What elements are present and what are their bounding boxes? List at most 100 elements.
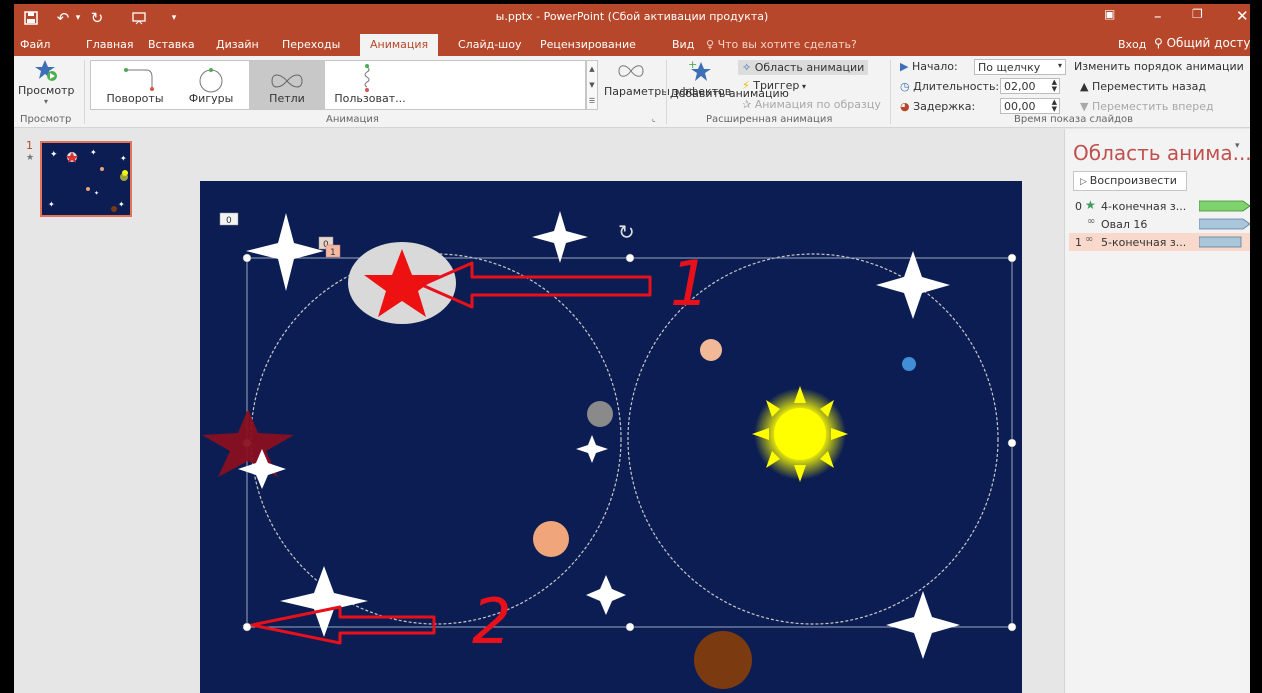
annotation-arrow-1 bbox=[420, 261, 652, 309]
tab-animations[interactable]: Анимация bbox=[360, 34, 439, 56]
play-button[interactable]: ▷ Воспроизвести bbox=[1073, 171, 1187, 191]
effect-options-icon bbox=[618, 65, 644, 77]
loops-path-icon bbox=[271, 74, 303, 88]
planet-brown[interactable] bbox=[694, 631, 752, 689]
restore-icon[interactable]: ❐ bbox=[1192, 7, 1203, 21]
delay-input[interactable]: 00,00 ▲ ▼ bbox=[1000, 98, 1060, 114]
delay-spinner-icon[interactable]: ▲ ▼ bbox=[1052, 99, 1057, 113]
group-separator bbox=[84, 60, 85, 124]
slide-thumbnail-pane: 1 ★ ✦ ✦ ✦ ✦ ✦ ✦ bbox=[14, 129, 164, 693]
share-button[interactable]: ⚲ Общий доступ bbox=[1154, 36, 1250, 50]
delay-label-text: Задержка: bbox=[913, 100, 976, 113]
thumbnail-animation-star-icon: ★ bbox=[26, 153, 35, 163]
timeline-bar[interactable] bbox=[1199, 218, 1250, 230]
start-label-text: Начало: bbox=[911, 60, 958, 73]
preview-star-icon bbox=[18, 58, 74, 84]
animation-item-selected[interactable]: 1 ∞ 5-конечная з... bbox=[1069, 233, 1250, 251]
reorder-title: Изменить порядок анимации bbox=[1074, 60, 1244, 73]
animation-item-name: Овал 16 bbox=[1101, 218, 1148, 231]
gallery-item-custom[interactable]: Пользоват... bbox=[325, 61, 415, 109]
start-select[interactable]: По щелчку ▾ bbox=[974, 59, 1066, 75]
timeline-bar[interactable] bbox=[1199, 236, 1250, 248]
delay-value: 00,00 bbox=[1004, 100, 1036, 113]
move-earlier-button[interactable]: ▲ Переместить назад bbox=[1080, 80, 1206, 93]
annotation-number-2: 2 bbox=[472, 585, 511, 658]
group-separator bbox=[890, 60, 891, 124]
group-label-advanced: Расширенная анимация bbox=[706, 114, 833, 125]
animation-pane-title: Область анима... bbox=[1073, 141, 1250, 165]
loop-effect-icon: ∞ bbox=[1085, 234, 1094, 245]
selection-handles[interactable] bbox=[242, 253, 1017, 632]
planet-blue[interactable] bbox=[902, 357, 916, 371]
tab-view[interactable]: Вид bbox=[672, 38, 694, 51]
animation-pane: Область анима... ▾ ▷ Воспроизвести 0 ★ 4… bbox=[1064, 129, 1250, 693]
animation-item[interactable]: ∞ Овал 16 bbox=[1069, 215, 1250, 233]
planet-grey[interactable] bbox=[587, 401, 613, 427]
duration-input[interactable]: 02,00 ▲ ▼ bbox=[1000, 78, 1060, 94]
dialog-launcher-icon[interactable]: ⌞ bbox=[652, 114, 656, 123]
group-label-preview: Просмотр bbox=[20, 114, 72, 125]
tab-design[interactable]: Дизайн bbox=[216, 38, 259, 51]
group-separator bbox=[666, 60, 667, 124]
move-later-label: Переместить вперед bbox=[1091, 100, 1214, 113]
tab-home[interactable]: Главная bbox=[86, 38, 134, 51]
start-dropdown-icon: ▾ bbox=[1057, 61, 1062, 70]
minimize-icon[interactable]: – bbox=[1154, 7, 1162, 25]
thumbnail-preview: ✦ ✦ ✦ ✦ ✦ ✦ bbox=[48, 148, 128, 212]
delay-label: ◕ Задержка: bbox=[900, 100, 975, 113]
duration-value: 02,00 bbox=[1004, 80, 1036, 93]
trigger-button[interactable]: ⚡ Триггер ▾ bbox=[742, 79, 806, 92]
animation-painter-button[interactable]: ✰ Анимация по образцу bbox=[742, 98, 881, 111]
tab-insert[interactable]: Вставка bbox=[148, 38, 195, 51]
planet-peach-small[interactable] bbox=[700, 339, 722, 361]
timeline-bar[interactable] bbox=[1199, 200, 1250, 212]
tab-slideshow[interactable]: Слайд-шоу bbox=[458, 38, 521, 51]
clock-icon: ◷ bbox=[900, 80, 914, 93]
annotation-arrow-2 bbox=[250, 605, 436, 645]
gallery-scroll: ▲ ▼ ☰ bbox=[586, 60, 598, 110]
add-animation-button[interactable]: + Добавить анимацию bbox=[670, 58, 789, 100]
slide-number: 1 bbox=[26, 139, 33, 152]
gallery-scroll-up-icon[interactable]: ▲ bbox=[587, 61, 597, 77]
animation-painter-icon: ✰ bbox=[742, 98, 755, 111]
preview-dropdown-icon: ▾ bbox=[43, 97, 48, 106]
gallery-item-loops[interactable]: Петли bbox=[249, 61, 325, 109]
start-label: ▶ Начало: bbox=[900, 60, 958, 73]
custom-path-icon bbox=[364, 64, 370, 92]
svg-text:+: + bbox=[688, 58, 697, 71]
gallery-item-shapes[interactable]: Фигуры bbox=[173, 61, 249, 109]
sign-in-link[interactable]: Вход bbox=[1118, 38, 1146, 51]
gallery-label-shapes: Фигуры bbox=[188, 92, 234, 105]
slide-thumbnail[interactable]: ✦ ✦ ✦ ✦ ✦ ✦ bbox=[40, 141, 132, 217]
person-icon: ⚲ bbox=[1154, 36, 1167, 50]
planet-orange[interactable] bbox=[533, 521, 569, 557]
move-later-button[interactable]: ▼ Переместить вперед bbox=[1080, 100, 1214, 113]
tab-review[interactable]: Рецензирование bbox=[540, 38, 636, 51]
gallery-more-icon[interactable]: ☰ bbox=[587, 93, 597, 109]
tell-me-search[interactable]: ♀ Что вы хотите сделать? bbox=[706, 38, 857, 51]
sun[interactable] bbox=[752, 386, 848, 482]
trigger-dropdown-icon: ▾ bbox=[799, 82, 806, 91]
rotate-handle-icon[interactable]: ↻ bbox=[618, 220, 635, 244]
animation-pane-button[interactable]: ✧ Область анимации bbox=[738, 60, 869, 75]
preview-label: Просмотр bbox=[18, 84, 75, 97]
gallery-scroll-down-icon[interactable]: ▼ bbox=[587, 77, 597, 93]
preview-button[interactable]: Просмотр ▾ bbox=[18, 58, 74, 106]
selection-box bbox=[246, 257, 1013, 628]
gallery-label-loops: Петли bbox=[269, 92, 305, 105]
ribbon-display-icon[interactable]: ▣ bbox=[1104, 7, 1115, 21]
slide-editor: ↻ 0 1 1 2 bbox=[164, 129, 1064, 693]
tab-file[interactable]: Файл bbox=[20, 38, 50, 51]
animation-item[interactable]: 0 ★ 4-конечная з... bbox=[1069, 197, 1250, 215]
star-effect-icon: ★ bbox=[1085, 198, 1096, 212]
pane-options-icon[interactable]: ▾ bbox=[1235, 141, 1240, 151]
slide-canvas[interactable]: ↻ 0 1 1 2 bbox=[200, 181, 1022, 693]
tab-transitions[interactable]: Переходы bbox=[282, 38, 340, 51]
turns-path-icon bbox=[124, 68, 154, 91]
svg-text:✦: ✦ bbox=[48, 200, 55, 209]
gallery-item-turns[interactable]: Повороты bbox=[97, 61, 173, 109]
trigger-label: Триггер bbox=[753, 79, 800, 92]
duration-spinner-icon[interactable]: ▲ ▼ bbox=[1052, 79, 1057, 93]
close-icon[interactable]: ✕ bbox=[1236, 7, 1249, 25]
effect-options-button[interactable]: Параметры эффектов bbox=[604, 60, 731, 98]
